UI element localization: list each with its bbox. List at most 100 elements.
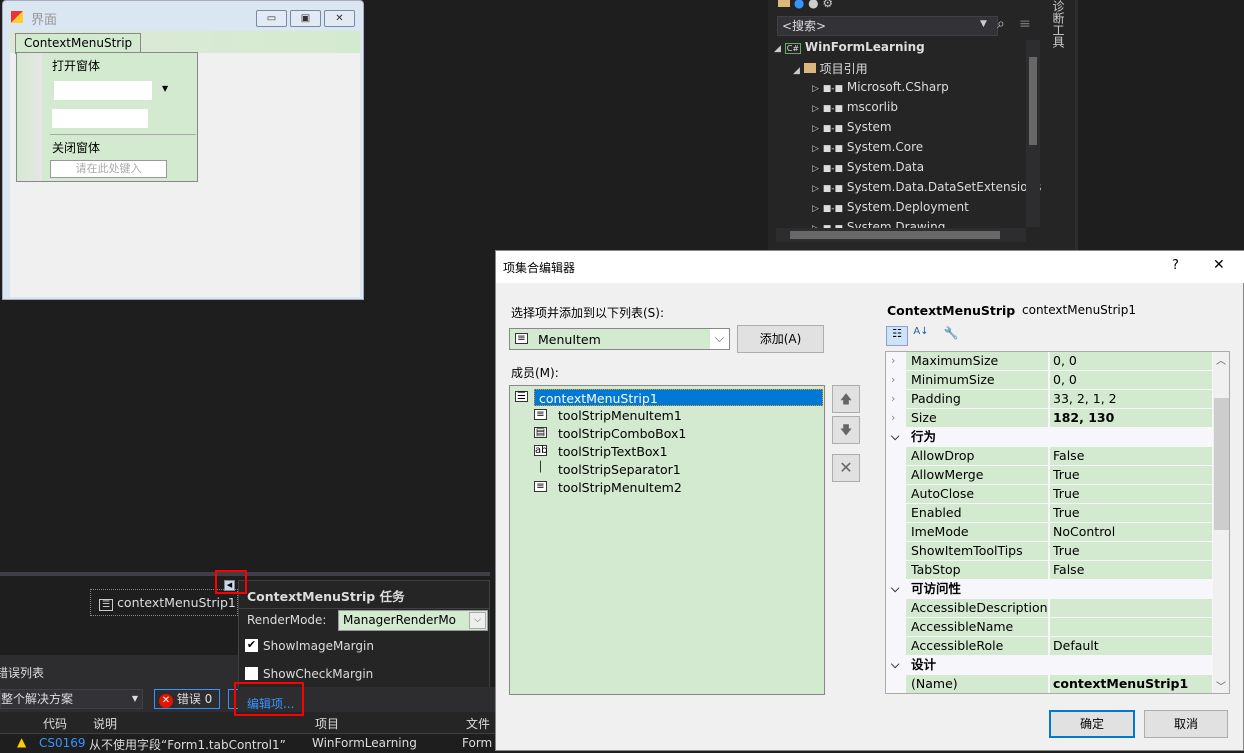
- property-row[interactable]: TabStop False: [886, 561, 1213, 580]
- expand-icon[interactable]: ›: [891, 409, 895, 427]
- property-row[interactable]: AccessibleDescription: [886, 599, 1213, 618]
- add-button[interactable]: 添加(A): [737, 325, 824, 353]
- collapse-icon[interactable]: ⌵: [891, 656, 899, 674]
- context-menu-icon: ☰: [99, 599, 114, 611]
- tree-references[interactable]: ◢ 项目引用: [793, 60, 868, 77]
- property-category[interactable]: ⌵ 可访问性: [886, 580, 1213, 599]
- tree-project[interactable]: ◢ C# WinFormLearning: [774, 40, 925, 54]
- property-row[interactable]: › MaximumSize 0, 0: [886, 352, 1213, 371]
- property-row[interactable]: AutoClose True: [886, 485, 1213, 504]
- ok-button[interactable]: 确定: [1049, 710, 1135, 738]
- member-item[interactable]: ▤ toolStripComboBox1: [510, 425, 824, 442]
- edit-items-link[interactable]: 编辑项...: [247, 695, 294, 712]
- menu-item-open[interactable]: 打开窗体: [52, 57, 100, 74]
- expand-icon[interactable]: ▷: [812, 104, 819, 114]
- diagnostic-tools-tab[interactable]: 诊断工具: [1049, 0, 1067, 48]
- tree-reference-item[interactable]: ▷ ■-■ System.Data.DataSetExtensions: [812, 180, 1041, 194]
- property-row[interactable]: AllowMerge True: [886, 466, 1213, 485]
- collapse-icon[interactable]: ⌵: [891, 428, 899, 446]
- clear-icon[interactable]: ≡: [1019, 16, 1031, 32]
- expand-icon[interactable]: ▷: [812, 164, 819, 174]
- property-row[interactable]: ImeMode NoControl: [886, 523, 1213, 542]
- tree-reference-item[interactable]: ▷ ■-■ Microsoft.CSharp: [812, 80, 949, 94]
- dropdown-icon[interactable]: ▼: [980, 19, 987, 29]
- error-list-header: 错误列表: [0, 655, 238, 687]
- menu-item-close[interactable]: 关闭窗体: [52, 139, 100, 156]
- render-mode-select[interactable]: ManagerRenderMo ⌵: [338, 610, 488, 631]
- dropdown-arrow-icon[interactable]: ▼: [162, 84, 168, 93]
- search-input[interactable]: <搜索>: [777, 16, 998, 36]
- collapse-icon[interactable]: ⌵: [891, 580, 899, 598]
- property-pages-button[interactable]: 🔧: [941, 326, 961, 346]
- tray-component[interactable]: ☰ contextMenuStrip1: [90, 589, 238, 616]
- property-category[interactable]: ⌵ 设计: [886, 656, 1213, 675]
- vertical-scrollbar[interactable]: [1026, 40, 1040, 227]
- maximize-button[interactable]: ▣: [290, 10, 321, 27]
- members-list[interactable]: ☰ contextMenuStrip1 ≡ toolStripMenuItem1 ▤ to…: [509, 385, 825, 695]
- tree-reference-item[interactable]: ▷ ■-■ System: [812, 120, 892, 134]
- move-down-button[interactable]: 🡇: [832, 416, 860, 444]
- search-icon[interactable]: ⌕: [997, 16, 1005, 32]
- expand-icon[interactable]: ▷: [812, 84, 819, 94]
- property-row[interactable]: ShowItemToolTips True: [886, 542, 1213, 561]
- property-row[interactable]: AccessibleRole Default: [886, 637, 1213, 656]
- column-description[interactable]: 说明: [93, 715, 117, 732]
- alphabetical-sort-button[interactable]: A↓: [911, 326, 931, 346]
- tree-reference-item[interactable]: ▷ ■-■ System.Deployment: [812, 200, 969, 214]
- expand-icon[interactable]: ▷: [812, 124, 819, 134]
- column-code[interactable]: 代码: [43, 715, 67, 732]
- property-row[interactable]: AccessibleName: [886, 618, 1213, 637]
- property-row[interactable]: AllowDrop False: [886, 447, 1213, 466]
- property-row[interactable]: › Size 182, 130: [886, 409, 1213, 428]
- expand-icon[interactable]: ›: [891, 352, 895, 370]
- help-button[interactable]: ?: [1172, 258, 1179, 273]
- tab-contextmenustrip[interactable]: ContextMenuStrip: [15, 33, 142, 54]
- error-code-link[interactable]: CS0169: [39, 736, 86, 750]
- property-row[interactable]: Enabled True: [886, 504, 1213, 523]
- cancel-button[interactable]: 取消: [1144, 710, 1228, 738]
- property-row[interactable]: (Name) contextMenuStrip1: [886, 675, 1213, 693]
- show-image-margin-checkbox[interactable]: ✔: [245, 639, 258, 652]
- tree-reference-item[interactable]: ▷ ■-■ mscorlib: [812, 100, 898, 114]
- separator-icon: │: [537, 462, 544, 473]
- error-row[interactable]: ▲ CS0169 从不使用字段“Form1.tabControl1” WinFo…: [0, 734, 495, 752]
- expand-icon[interactable]: ▷: [812, 204, 819, 214]
- warnings-filter-button[interactable]: [228, 689, 238, 709]
- expand-icon[interactable]: ▷: [812, 184, 819, 194]
- member-item[interactable]: ≡ toolStripMenuItem2: [510, 479, 824, 496]
- smart-tag-glyph-icon[interactable]: ◀: [224, 580, 235, 591]
- column-project[interactable]: 项目: [315, 715, 339, 732]
- minimize-button[interactable]: ▭: [256, 10, 287, 27]
- property-row[interactable]: › MinimumSize 0, 0: [886, 371, 1213, 390]
- member-item[interactable]: ab toolStripTextBox1: [510, 443, 824, 460]
- property-row[interactable]: › Padding 33, 2, 1, 2: [886, 390, 1213, 409]
- scope-select[interactable]: 整个解决方案 ▼: [0, 689, 143, 709]
- member-item[interactable]: ≡ toolStripMenuItem1: [510, 407, 824, 424]
- close-button[interactable]: ✕: [324, 10, 355, 27]
- member-item[interactable]: ☰ contextMenuStrip1: [510, 389, 824, 406]
- column-file[interactable]: 文件: [466, 715, 490, 732]
- expand-icon[interactable]: ›: [891, 371, 895, 389]
- errors-filter-button[interactable]: ✕ 错误 0: [154, 689, 220, 709]
- show-check-margin-checkbox[interactable]: [245, 667, 258, 680]
- smart-tag-title: ContextMenuStrip 任务: [247, 589, 405, 604]
- type-here-input[interactable]: 请在此处键入: [50, 160, 167, 178]
- property-grid-scrollbar[interactable]: ︿ ﹀: [1213, 352, 1229, 693]
- folder-icon[interactable]: [778, 0, 790, 7]
- horizontal-scrollbar[interactable]: [776, 228, 1026, 242]
- tree-reference-item[interactable]: ▷ ■-■ System.Core: [812, 140, 923, 154]
- member-item[interactable]: │ toolStripSeparator1: [510, 461, 824, 478]
- categorized-view-button[interactable]: ☷: [886, 326, 908, 346]
- dialog-close-button[interactable]: ✕: [1213, 257, 1225, 273]
- menu-item-icon: ≡: [515, 333, 528, 344]
- item-type-select[interactable]: ≡ MenuItem ⌵: [509, 328, 730, 350]
- tree-reference-item[interactable]: ▷ ■-■ System.Data: [812, 160, 924, 174]
- combobox-preview[interactable]: [54, 81, 152, 100]
- remove-button[interactable]: ✕: [832, 454, 860, 482]
- textbox-preview[interactable]: [52, 109, 148, 128]
- property-category[interactable]: ⌵ 行为: [886, 428, 1213, 447]
- expand-icon[interactable]: ▷: [812, 144, 819, 154]
- refresh-icon[interactable]: ●: [794, 0, 804, 10]
- move-up-button[interactable]: 🡅: [832, 385, 860, 413]
- expand-icon[interactable]: ›: [891, 390, 895, 408]
